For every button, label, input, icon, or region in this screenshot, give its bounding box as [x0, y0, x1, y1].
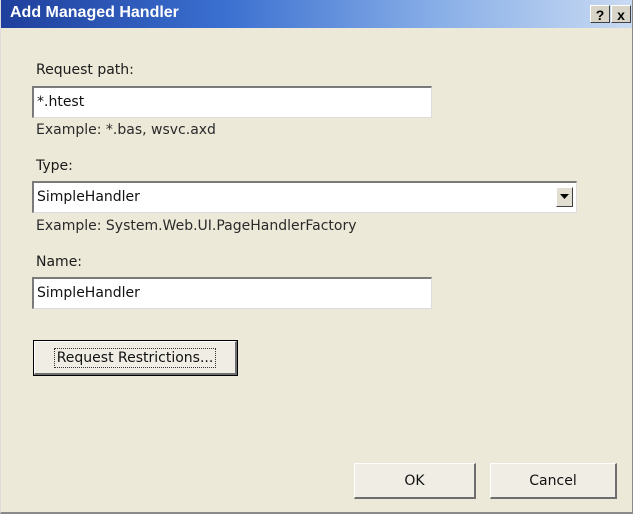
close-icon: x [617, 7, 625, 23]
ok-button-label: OK [404, 473, 425, 489]
cancel-button-label: Cancel [529, 473, 577, 489]
type-label: Type: [36, 158, 73, 174]
name-input[interactable]: SimpleHandler [32, 277, 432, 309]
type-dropdown-button[interactable] [556, 187, 573, 207]
window-title: Add Managed Handler [10, 4, 179, 21]
request-path-example: Example: *.bas, wsvc.axd [36, 122, 216, 138]
cancel-button[interactable]: Cancel [490, 463, 617, 499]
request-restrictions-label: Request Restrictions... [53, 348, 217, 368]
request-path-input[interactable]: *.htest [32, 86, 432, 118]
request-restrictions-button[interactable]: Request Restrictions... [33, 340, 238, 376]
title-bar[interactable]: Add Managed Handler ? x [1, 0, 632, 28]
ok-button[interactable]: OK [354, 463, 476, 499]
help-icon: ? [595, 7, 605, 23]
type-select-value: SimpleHandler [37, 189, 140, 205]
close-button[interactable]: x [611, 5, 631, 23]
add-managed-handler-dialog: Add Managed Handler ? x Request path: *.… [0, 0, 633, 514]
name-label: Name: [36, 254, 83, 270]
type-select[interactable]: SimpleHandler [32, 181, 577, 213]
type-example: Example: System.Web.UI.PageHandlerFactor… [36, 218, 357, 234]
help-button[interactable]: ? [590, 5, 610, 23]
request-path-label: Request path: [36, 62, 134, 78]
chevron-down-icon [560, 194, 569, 199]
